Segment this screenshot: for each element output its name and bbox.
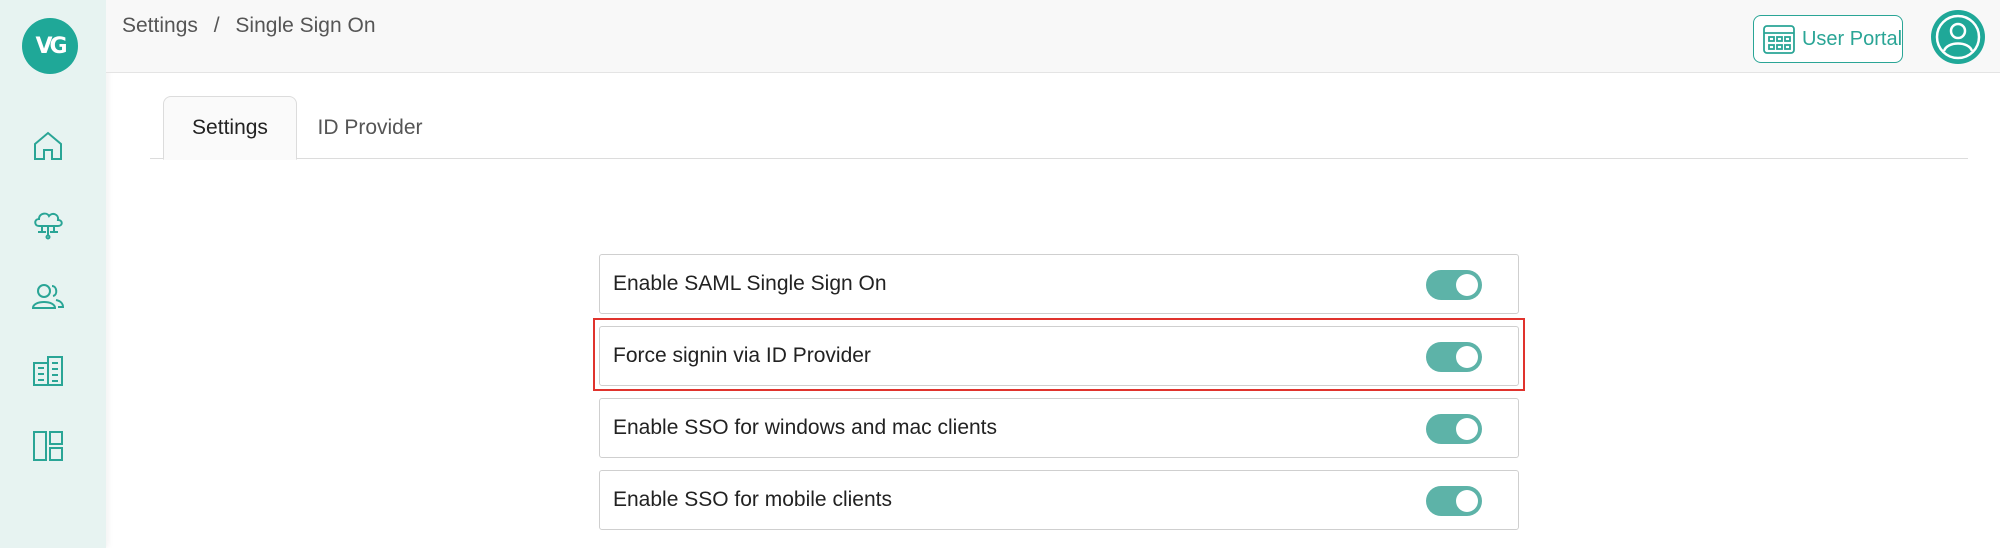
calendar-grid-icon: [1763, 25, 1795, 54]
setting-label: Enable SAML Single Sign On: [613, 272, 887, 295]
setting-row-saml: Enable SAML Single Sign On: [599, 254, 1519, 314]
sidebar-item-organizations[interactable]: [28, 351, 68, 391]
saml-sso-toggle[interactable]: [1426, 270, 1482, 300]
sidebar-item-dashboard[interactable]: [28, 426, 68, 466]
tab-id-provider[interactable]: ID Provider: [310, 96, 430, 160]
setting-row-desktop-sso: Enable SSO for windows and mac clients: [599, 398, 1519, 458]
highlight-box: [593, 318, 1525, 391]
user-avatar[interactable]: [1931, 10, 1985, 64]
breadcrumb: Settings / Single Sign On: [122, 14, 376, 38]
desktop-sso-toggle[interactable]: [1426, 414, 1482, 444]
setting-row-mobile-sso: Enable SSO for mobile clients: [599, 470, 1519, 530]
setting-label: Enable SSO for windows and mac clients: [613, 416, 998, 439]
mobile-sso-toggle[interactable]: [1426, 486, 1482, 516]
buildings-icon: [33, 356, 63, 386]
cloud-network-icon: [34, 212, 63, 240]
top-bar: Settings / Single Sign On User Portal: [106, 0, 2000, 73]
tab-bar: Settings ID Provider: [150, 96, 1968, 160]
user-portal-button[interactable]: User Portal: [1753, 15, 1903, 63]
dashboard-layout-icon: [33, 431, 63, 461]
breadcrumb-current: Single Sign On: [235, 14, 376, 37]
app-logo[interactable]: VG: [22, 18, 78, 74]
sidebar-item-users[interactable]: [28, 277, 68, 317]
breadcrumb-settings[interactable]: Settings: [122, 14, 198, 37]
sidebar-item-home[interactable]: [28, 126, 68, 166]
sidebar: VG: [0, 0, 106, 548]
user-portal-label: User Portal: [1801, 27, 1903, 50]
breadcrumb-separator: /: [213, 14, 220, 37]
sidebar-item-cloud[interactable]: [28, 204, 68, 244]
users-icon: [31, 284, 65, 309]
tab-settings[interactable]: Settings: [163, 96, 297, 160]
logo-text: VG: [35, 33, 67, 59]
home-icon: [34, 131, 62, 160]
setting-label: Enable SSO for mobile clients: [613, 488, 892, 511]
user-avatar-icon: [1935, 14, 1981, 60]
